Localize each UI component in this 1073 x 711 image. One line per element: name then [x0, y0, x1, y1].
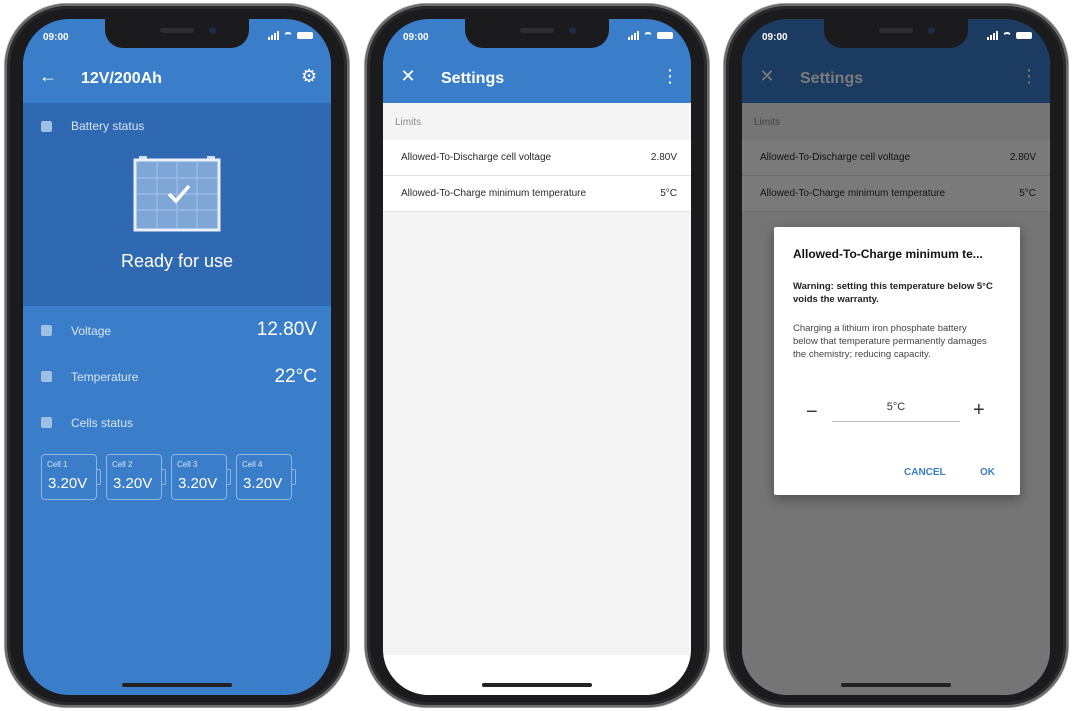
dialog-title: Allowed-To-Charge minimum te...: [793, 247, 983, 261]
close-icon[interactable]: ✕: [397, 66, 419, 87]
voltage-value: 12.80V: [256, 319, 317, 340]
increment-button[interactable]: +: [973, 399, 985, 422]
dialog-warning: Warning: setting this temperature below …: [793, 281, 993, 305]
cell-value: 3.20V: [48, 475, 88, 492]
dialog-body: Charging a lithium iron phosphate batter…: [793, 323, 987, 360]
back-arrow-icon[interactable]: ←: [37, 66, 59, 87]
voltage-icon: [41, 325, 52, 336]
setting-label: Allowed-To-Discharge cell voltage: [401, 152, 552, 163]
temperature-dialog: Allowed-To-Charge minimum te... Warning:…: [774, 227, 1020, 495]
battery-status-icon: [41, 121, 52, 132]
cell-label: Cell 4: [242, 460, 263, 469]
cell-label: Cell 2: [112, 460, 133, 469]
battery-state-text: Ready for use: [120, 251, 234, 271]
status-time: 09:00: [762, 32, 788, 43]
signal-icon: [268, 31, 279, 40]
cell-value: 3.20V: [178, 475, 218, 492]
setting-row-charge-min-temp[interactable]: Allowed-To-Charge minimum temperature 5°…: [383, 176, 691, 212]
home-indicator[interactable]: [122, 683, 232, 687]
wifi-icon: [1002, 31, 1012, 40]
status-battery-icon: [297, 32, 313, 39]
screen-battery-overview: 09:00 ← 12V/200Ah ⚙ Battery status Ready…: [23, 19, 331, 695]
signal-icon: [987, 31, 998, 40]
phone-settings-dialog: 09:00 ✕ Settings ⋮ Limits Allowed-To-Dis…: [724, 4, 1068, 707]
notch: [824, 19, 968, 48]
cancel-button[interactable]: CANCEL: [904, 467, 946, 478]
phone-battery-overview: 09:00 ← 12V/200Ah ⚙ Battery status Ready…: [5, 4, 349, 707]
screen-settings: 09:00 ✕ Settings ⋮ Limits Allowed-To-Dis…: [383, 19, 691, 695]
decrement-button[interactable]: −: [806, 401, 818, 424]
page-title: Settings: [441, 70, 505, 87]
home-indicator[interactable]: [841, 683, 951, 687]
signal-icon: [628, 31, 639, 40]
status-time: 09:00: [403, 32, 429, 43]
section-header-limits: Limits: [395, 117, 422, 128]
temperature-icon: [41, 371, 52, 382]
battery-status-label: Battery status: [71, 119, 145, 133]
screen-settings-dialog: 09:00 ✕ Settings ⋮ Limits Allowed-To-Dis…: [742, 19, 1050, 695]
ok-button[interactable]: OK: [980, 467, 995, 478]
gear-icon[interactable]: ⚙: [301, 66, 317, 87]
setting-value: 2.80V: [650, 152, 677, 163]
setting-value: 5°C: [660, 188, 677, 199]
status-time: 09:00: [43, 32, 69, 43]
app-bar: ← 12V/200Ah ⚙: [23, 53, 331, 103]
cell-card: Cell 3 3.20V: [171, 454, 231, 500]
temperature-label: Temperature: [71, 370, 139, 384]
cell-card: Cell 1 3.20V: [41, 454, 101, 500]
cell-label: Cell 3: [177, 460, 198, 469]
phone-settings: 09:00 ✕ Settings ⋮ Limits Allowed-To-Dis…: [365, 4, 709, 707]
setting-row-discharge-voltage[interactable]: Allowed-To-Discharge cell voltage 2.80V: [383, 140, 691, 176]
status-battery-icon: [657, 32, 673, 39]
cell-value: 3.20V: [243, 475, 283, 492]
app-bar: ✕ Settings ⋮: [383, 53, 691, 103]
temperature-input[interactable]: 5°C: [832, 401, 960, 422]
cells-status-icon: [41, 417, 52, 428]
more-vert-icon[interactable]: ⋮: [661, 66, 679, 87]
cells-status-label: Cells status: [71, 416, 134, 430]
notch: [465, 19, 609, 48]
wifi-icon: [283, 31, 293, 40]
cell-value: 3.20V: [113, 475, 153, 492]
page-title: 12V/200Ah: [81, 70, 162, 87]
battery-check-icon: [133, 156, 221, 232]
voltage-label: Voltage: [71, 324, 112, 338]
bottom-bar: [383, 655, 691, 695]
notch: [105, 19, 249, 48]
temperature-value: 22°C: [274, 366, 317, 387]
wifi-icon: [643, 31, 653, 40]
cell-card: Cell 2 3.20V: [106, 454, 166, 500]
home-indicator[interactable]: [482, 683, 592, 687]
settings-list: Limits Allowed-To-Discharge cell voltage…: [383, 103, 691, 695]
cell-card: Cell 4 3.20V: [236, 454, 296, 500]
status-battery-icon: [1016, 32, 1032, 39]
setting-label: Allowed-To-Charge minimum temperature: [401, 188, 587, 199]
cell-label: Cell 1: [47, 460, 68, 469]
